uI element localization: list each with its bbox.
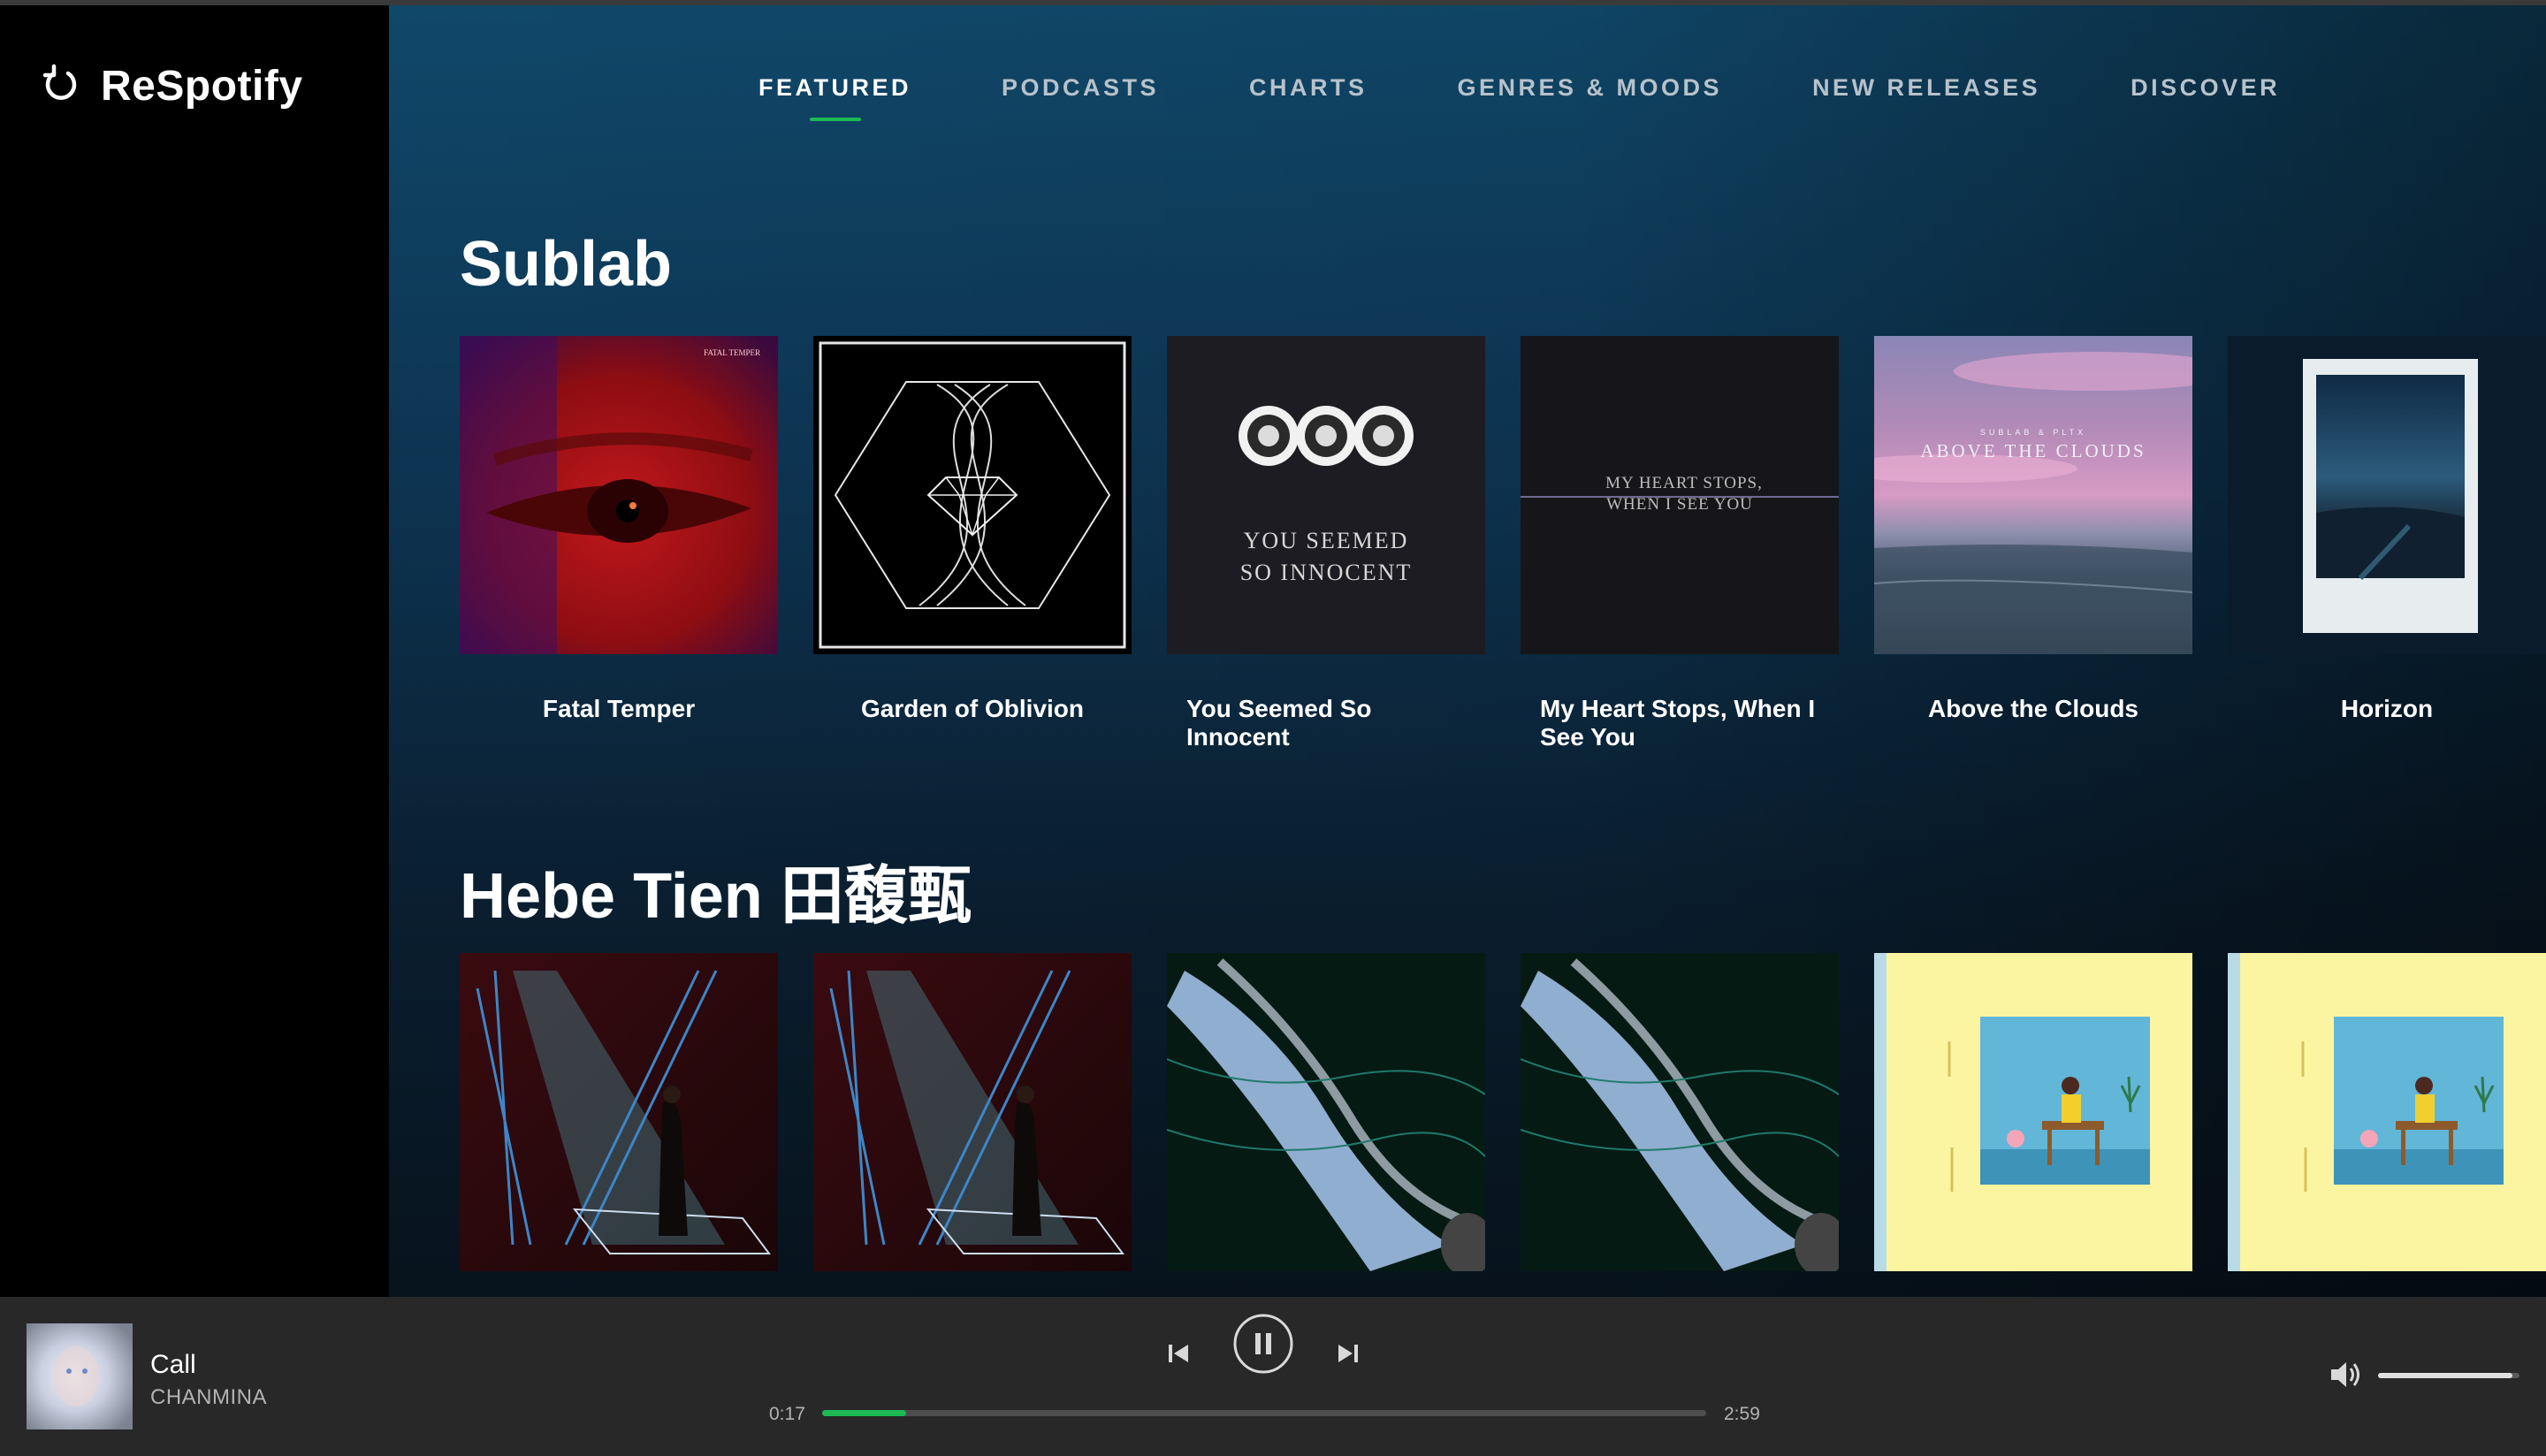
top-nav: FEATURED PODCASTS CHARTS GENRES & MOODS … — [758, 74, 2280, 102]
duration-time: 2:59 — [1724, 1404, 1760, 1424]
refresh-icon — [39, 62, 83, 111]
album-cover — [813, 953, 1132, 1271]
tab-charts[interactable]: CHARTS — [1249, 74, 1368, 102]
cover-text: YOU SEEMED — [1244, 528, 1409, 553]
main-content[interactable]: FEATURED PODCASTS CHARTS GENRES & MOODS … — [389, 5, 2546, 1297]
cover-text: MY HEART STOPS, — [1605, 474, 1763, 492]
album-title: Fatal Temper — [542, 695, 696, 722]
brand[interactable]: ReSpotify — [39, 62, 303, 111]
now-playing-artwork[interactable] — [27, 1323, 133, 1429]
brand-name: ReSpotify — [101, 63, 303, 110]
album-card-garden-of-oblivion[interactable]: Garden of Oblivion — [813, 336, 1132, 751]
progress-fill — [822, 1410, 906, 1416]
tab-new-releases[interactable]: NEW RELEASES — [1812, 74, 2040, 102]
album-cover: FATAL TEMPER — [460, 336, 778, 654]
now-playing-title[interactable]: Call — [150, 1350, 196, 1380]
album-cover — [813, 336, 1132, 654]
album-title: My Heart Stops, When I See You — [1540, 695, 1816, 751]
album-cover — [2228, 953, 2546, 1271]
album-cover: MY HEART STOPS, WHEN I SEE YOU — [1521, 336, 1839, 654]
tab-featured[interactable]: FEATURED — [758, 74, 911, 102]
album-card-horizon[interactable]: Horizon — [2228, 336, 2546, 751]
tab-discover[interactable]: DISCOVER — [2131, 74, 2280, 102]
now-playing-artist[interactable]: CHANMINA — [150, 1385, 267, 1410]
album-card[interactable] — [1167, 953, 1485, 1297]
album-title: You Seemed So Innocent — [1186, 695, 1372, 751]
album-cover — [1521, 953, 1839, 1271]
album-title: Above the Clouds — [1927, 695, 2138, 722]
album-cover — [1167, 953, 1485, 1271]
tab-podcasts[interactable]: PODCASTS — [1002, 74, 1159, 102]
album-row-sublab: FATAL TEMPER Fatal Temper Garden of Obli… — [460, 336, 2546, 751]
volume-icon[interactable] — [2329, 1359, 2364, 1391]
album-card-you-seemed-so-innocent[interactable]: YOU SEEMED SO INNOCENT You Seemed So Inn… — [1167, 336, 1485, 751]
progress-bar[interactable] — [822, 1410, 1706, 1416]
volume-fill — [2378, 1373, 2512, 1378]
album-card-my-heart-stops[interactable]: MY HEART STOPS, WHEN I SEE YOU My Heart … — [1521, 336, 1839, 751]
album-card[interactable] — [813, 953, 1132, 1297]
section-title-hebe-tien: Hebe Tien 田馥甄 — [460, 861, 972, 932]
volume-slider[interactable] — [2378, 1373, 2519, 1378]
cover-text: ABOVE THE CLOUDS — [1920, 440, 2146, 461]
sidebar: ReSpotify — [0, 5, 389, 1297]
cover-text: WHEN I SEE YOU — [1606, 495, 1753, 514]
album-card[interactable] — [1874, 953, 2192, 1297]
cover-text: SO INNOCENT — [1240, 560, 1413, 585]
album-cover: YOU SEEMED SO INNOCENT — [1167, 336, 1485, 654]
previous-icon[interactable] — [1165, 1340, 1192, 1367]
pause-icon[interactable] — [1232, 1313, 1294, 1375]
album-title: Garden of Oblivion — [860, 695, 1084, 722]
player-bar: Call CHANMINA 0:17 2:59 — [0, 1297, 2546, 1456]
tab-genres-moods[interactable]: GENRES & MOODS — [1458, 74, 1723, 102]
album-cover — [2228, 336, 2546, 654]
cover-text: SUBLAB & PLTX — [1980, 428, 2086, 437]
album-cover — [460, 953, 778, 1271]
album-card-above-the-clouds[interactable]: SUBLAB & PLTX ABOVE THE CLOUDS Above the… — [1874, 336, 2192, 751]
album-row-hebe-tien — [460, 953, 2546, 1297]
next-icon[interactable] — [1335, 1340, 1361, 1367]
album-cover — [1874, 953, 2192, 1271]
album-card[interactable] — [460, 953, 778, 1297]
album-cover: SUBLAB & PLTX ABOVE THE CLOUDS — [1874, 336, 2192, 654]
section-title-sublab: Sublab — [460, 229, 673, 300]
elapsed-time: 0:17 — [769, 1404, 805, 1424]
cover-text: FATAL TEMPER — [704, 348, 760, 357]
album-card-fatal-temper[interactable]: FATAL TEMPER Fatal Temper — [460, 336, 778, 751]
album-card[interactable] — [1521, 953, 1839, 1297]
album-title: Horizon — [2340, 695, 2434, 722]
album-card[interactable] — [2228, 953, 2546, 1297]
